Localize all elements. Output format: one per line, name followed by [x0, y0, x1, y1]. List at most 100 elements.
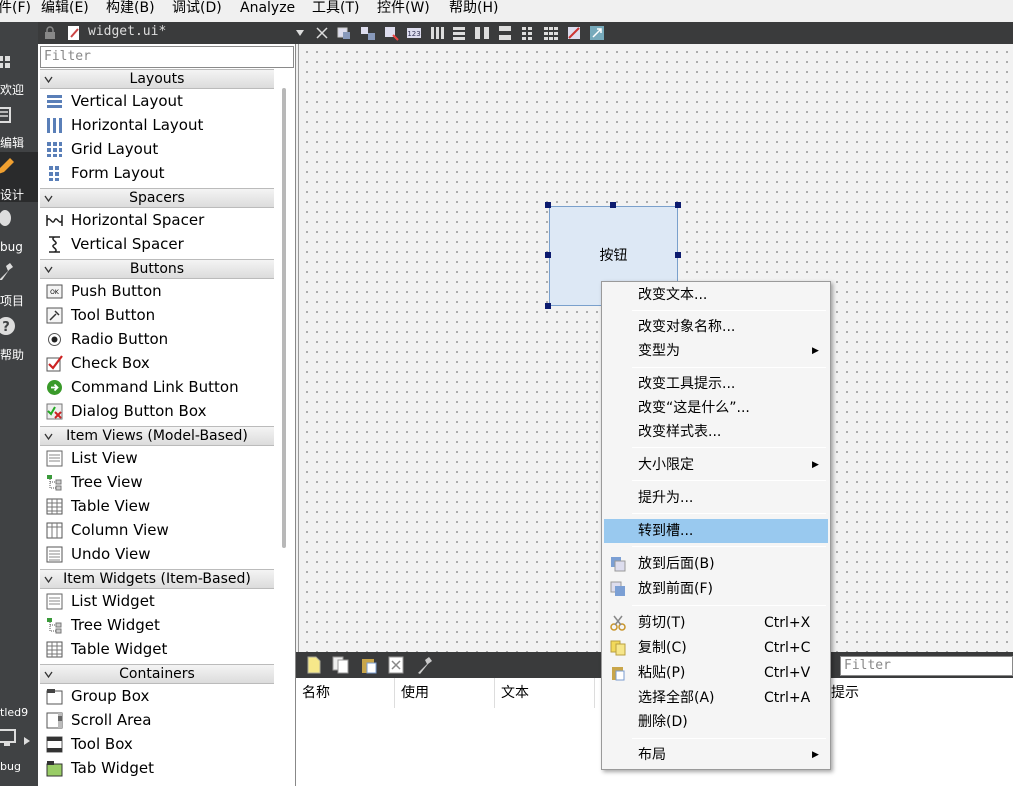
widget-check-box[interactable]: Check Box — [40, 351, 274, 375]
widget-command-link-button[interactable]: Command Link Button — [40, 375, 274, 399]
configure-icon[interactable] — [416, 655, 436, 675]
menu-change-text[interactable]: 改变文本... — [604, 283, 828, 307]
paste-action-icon[interactable] — [360, 656, 378, 674]
widget-group-box[interactable]: Group Box — [40, 684, 274, 708]
menu-debug[interactable]: 调试(D) — [172, 0, 222, 16]
widget-tree-widget[interactable]: Tree Widget — [40, 613, 274, 637]
category-item-widgets[interactable]: Item Widgets (Item-Based) — [40, 569, 274, 589]
document-combo[interactable]: widget.ui* — [38, 22, 308, 44]
menu-analyze[interactable]: Analyze — [240, 0, 295, 16]
menu-build[interactable]: 构建(B) — [106, 0, 155, 16]
widget-vertical-spacer[interactable]: Vertical Spacer — [40, 232, 274, 256]
layout-splitter-horizontal-icon[interactable] — [474, 25, 490, 41]
category-containers[interactable]: Containers — [40, 664, 274, 684]
layout-splitter-vertical-icon[interactable] — [497, 25, 513, 41]
monitor-icon[interactable] — [0, 728, 20, 750]
menu-cut[interactable]: 剪切(T) Ctrl+X — [604, 611, 828, 635]
menu-change-whats-this[interactable]: 改变“这是什么”... — [604, 396, 828, 420]
menu-edit[interactable]: 编辑(E) — [41, 0, 89, 16]
resize-handle-bottom-left[interactable] — [545, 303, 551, 309]
menu-size-constraints[interactable]: 大小限定 ▶ — [604, 453, 828, 477]
edit-tab-order-icon[interactable]: 123 — [406, 25, 422, 41]
resize-handle-right[interactable] — [675, 252, 681, 258]
widget-list-widget[interactable]: List Widget — [40, 589, 274, 613]
menu-file[interactable]: 件(F) — [0, 0, 31, 16]
menu-change-stylesheet[interactable]: 改变样式表... — [604, 420, 828, 444]
close-document-icon[interactable] — [314, 25, 330, 41]
layout-form-icon[interactable] — [520, 25, 536, 41]
widget-table-view[interactable]: Table View — [40, 494, 274, 518]
widget-filter-input[interactable]: Filter — [40, 46, 294, 68]
widget-form-layout[interactable]: Form Layout — [40, 161, 274, 185]
menu-morph-into[interactable]: 变型为 ▶ — [604, 339, 828, 363]
menu-delete[interactable]: 删除(D) — [604, 710, 828, 734]
menu-promote-to[interactable]: 提升为... — [604, 486, 828, 510]
category-item-views[interactable]: Item Views (Model-Based) — [40, 426, 274, 446]
category-spacers[interactable]: Spacers — [40, 188, 274, 208]
widget-column-view[interactable]: Column View — [40, 518, 274, 542]
menu-help[interactable]: 帮助(H) — [449, 0, 498, 16]
mode-welcome[interactable]: 欢迎 — [0, 50, 38, 100]
widget-tool-button[interactable]: Tool Button — [40, 303, 274, 327]
widget-list-view[interactable]: List View — [40, 446, 274, 470]
menu-bring-to-front[interactable]: 放到前面(F) — [604, 577, 828, 601]
mode-edit[interactable]: 编辑 — [0, 102, 38, 152]
edit-buddies-icon[interactable] — [383, 25, 399, 41]
widget-tree-view[interactable]: Tree View — [40, 470, 274, 494]
widget-scroll-area[interactable]: Scroll Area — [40, 708, 274, 732]
menu-tools[interactable]: 工具(T) — [312, 0, 359, 16]
widget-undo-view[interactable]: Undo View — [40, 542, 274, 566]
delete-action-icon[interactable] — [388, 656, 404, 674]
menu-paste[interactable]: 粘贴(P) Ctrl+V — [604, 661, 828, 685]
menu-select-all[interactable]: 选择全部(A) Ctrl+A — [604, 686, 828, 710]
resize-handle-top-left[interactable] — [545, 202, 551, 208]
column-header-name[interactable]: 名称 — [296, 678, 395, 708]
menu-go-to-slot[interactable]: 转到槽... — [604, 519, 828, 543]
widget-tool-box[interactable]: Tool Box — [40, 732, 274, 756]
column-header-used[interactable]: 使用 — [395, 678, 495, 708]
menu-copy[interactable]: 复制(C) Ctrl+C — [604, 636, 828, 660]
new-action-icon[interactable] — [306, 656, 322, 674]
resize-handle-left[interactable] — [545, 252, 551, 258]
column-header-tooltip[interactable]: 提示 — [825, 678, 1013, 708]
widget-tab-widget[interactable]: Tab Widget — [40, 756, 274, 780]
mode-projects[interactable]: 项目 — [0, 258, 38, 308]
layout-vertical-icon[interactable] — [451, 25, 467, 41]
edit-widgets-icon[interactable] — [337, 25, 353, 41]
menu-change-object-name[interactable]: 改变对象名称... — [604, 315, 828, 339]
widget-dialog-button-box[interactable]: Dialog Button Box — [40, 399, 274, 423]
menu-layout[interactable]: 布局 ▶ — [604, 743, 828, 767]
category-layouts[interactable]: Layouts — [40, 69, 274, 89]
widget-horizontal-layout[interactable]: Horizontal Layout — [40, 113, 274, 137]
submenu-arrow-icon: ▶ — [812, 460, 819, 470]
action-filter-input[interactable]: Filter — [840, 656, 1013, 676]
menu-send-to-back[interactable]: 放到后面(B) — [604, 552, 828, 576]
mode-design[interactable]: 设计 — [0, 152, 38, 202]
widget-box-scrollbar[interactable] — [282, 88, 286, 548]
widget-push-button[interactable]: OK Push Button — [40, 279, 274, 303]
copy-action-icon[interactable] — [332, 656, 350, 674]
resize-handle-top-right[interactable] — [675, 202, 681, 208]
project-name[interactable]: tled9 — [0, 706, 28, 719]
menu-change-tooltip[interactable]: 改变工具提示... — [604, 372, 828, 396]
layout-horizontal-icon[interactable] — [429, 25, 445, 41]
widget-table-widget[interactable]: Table Widget — [40, 637, 274, 661]
widget-grid-layout[interactable]: Grid Layout — [40, 137, 274, 161]
menu-separator — [632, 310, 826, 311]
target-arrow-icon[interactable] — [22, 736, 32, 746]
adjust-size-icon[interactable] — [589, 25, 605, 41]
widget-horizontal-spacer[interactable]: Horizontal Spacer — [40, 208, 274, 232]
edit-signals-slots-icon[interactable] — [360, 25, 376, 41]
widget-vertical-layout[interactable]: Vertical Layout — [40, 89, 274, 113]
mode-debug[interactable]: bug — [0, 204, 38, 254]
resize-handle-top[interactable] — [610, 202, 616, 208]
widget-radio-button[interactable]: Radio Button — [40, 327, 274, 351]
mode-help[interactable]: ? 帮助 — [0, 312, 38, 362]
break-layout-icon[interactable] — [566, 25, 582, 41]
column-header-text[interactable]: 文本 — [495, 678, 595, 708]
category-buttons[interactable]: Buttons — [40, 259, 274, 279]
menu-item-label: 改变对象名称... — [638, 319, 736, 335]
menu-widgets[interactable]: 控件(W) — [377, 0, 430, 16]
layout-grid-icon[interactable] — [543, 25, 559, 41]
shortcut-label: Ctrl+C — [764, 640, 811, 656]
